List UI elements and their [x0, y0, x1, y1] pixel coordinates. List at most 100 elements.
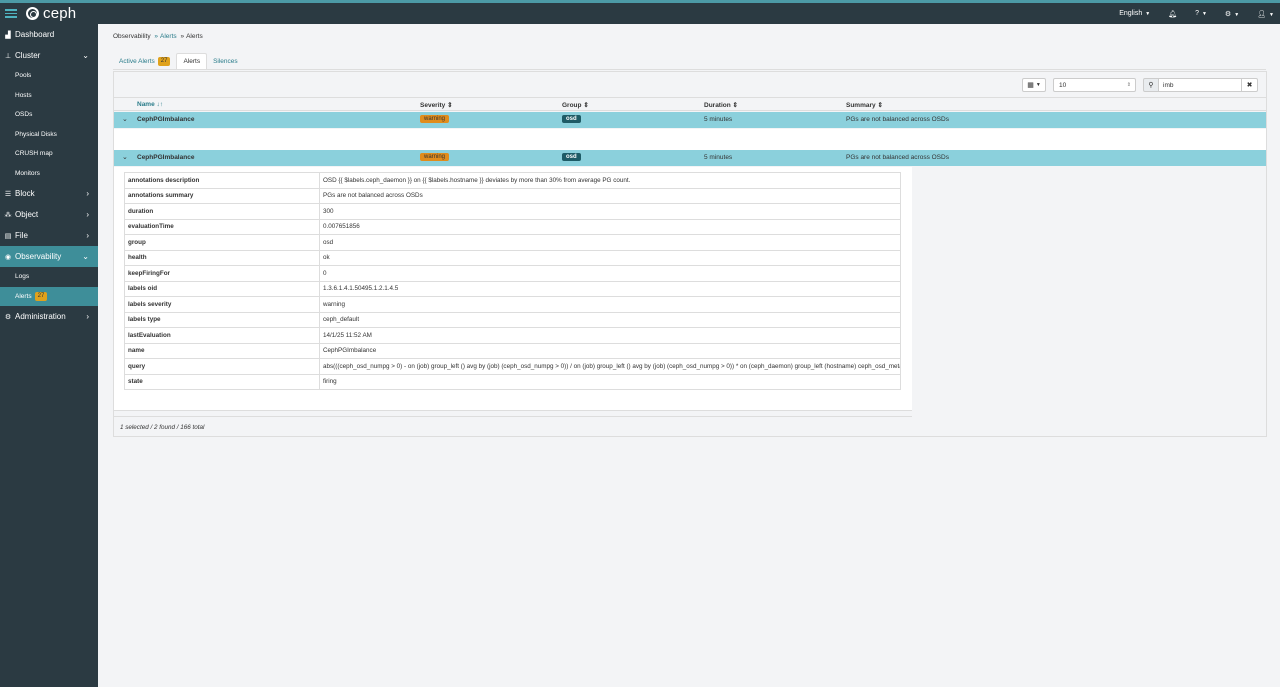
- sidebar-item-object[interactable]: ⁂ Object ›: [0, 204, 98, 225]
- chevron-down-icon[interactable]: ⌄: [122, 153, 128, 161]
- settings-icon[interactable]: ⚙ ▼: [1225, 10, 1239, 18]
- sort-icon: ⇕: [583, 102, 589, 109]
- detail-key: annotations summary: [124, 187, 320, 204]
- sidebar-item-block[interactable]: ☰ Block ›: [0, 183, 98, 204]
- main-content: Observability » Alerts » Alerts Active Ale…: [98, 24, 1280, 687]
- column-header-duration[interactable]: Duration ⇕: [704, 101, 738, 109]
- menu-toggle-icon[interactable]: [5, 9, 17, 18]
- sidebar-item-cluster[interactable]: ⊥ Cluster ⌄: [0, 45, 98, 66]
- sidebar-item-hosts[interactable]: Hosts: [0, 86, 98, 106]
- detail-key: name: [124, 342, 320, 359]
- detail-row: labels type ceph_default: [124, 311, 901, 328]
- page-size-input[interactable]: 10 ⇕: [1053, 78, 1136, 92]
- detail-key: annotations description: [124, 172, 320, 189]
- sidebar-item-monitors[interactable]: Monitors: [0, 164, 98, 184]
- detail-key: health: [124, 249, 320, 266]
- spinner-icon: ⇕: [1126, 82, 1131, 88]
- detail-value: PGs are not balanced across OSDs: [319, 187, 901, 204]
- alert-detail-table: annotations description OSD {{ $labels.ce…: [124, 172, 901, 390]
- sidebar-item-observability[interactable]: ◉ Observability ⌄: [0, 246, 98, 267]
- row-detail-empty: [114, 129, 1266, 150]
- column-header-group[interactable]: Group ⇕: [562, 101, 589, 109]
- sidebar-item-logs[interactable]: Logs: [0, 267, 98, 287]
- help-icon[interactable]: ? ▼: [1195, 10, 1207, 17]
- sidebar-item-physical-disks[interactable]: Physical Disks: [0, 125, 98, 145]
- detail-row: labels oid 1.3.6.1.4.1.50495.1.2.1.4.5: [124, 280, 901, 297]
- sidebar-item-alerts[interactable]: Alerts 27: [0, 286, 98, 306]
- notification-icon[interactable]: 🔔︎: [1168, 10, 1177, 18]
- search-input[interactable]: [1159, 78, 1242, 92]
- sidebar-item-osds[interactable]: OSDs: [0, 105, 98, 125]
- user-icon[interactable]: 👤︎ ▼: [1257, 10, 1274, 18]
- column-header-summary[interactable]: Summary ⇕: [846, 101, 883, 109]
- detail-value: abs(((ceph_osd_numpg > 0) - on (job) gro…: [319, 358, 901, 375]
- detail-value: ceph_default: [319, 311, 901, 328]
- breadcrumb-alerts-link[interactable]: Alerts: [160, 33, 177, 40]
- chevron-down-icon: ⌄: [82, 51, 89, 60]
- chevron-down-icon[interactable]: ⌄: [122, 115, 128, 123]
- detail-value: 0: [319, 265, 901, 282]
- table-toolbar: ▦▼ 10 ⇕ ⚲ ✖: [1022, 78, 1266, 92]
- detail-row: name CephPGImbalance: [124, 342, 901, 359]
- severity-badge: warning: [420, 153, 450, 161]
- chevron-right-icon: ›: [86, 210, 89, 219]
- detail-key: labels oid: [124, 280, 320, 297]
- object-icon: ⁂: [4, 211, 12, 219]
- ceph-logo[interactable]: ceph: [26, 5, 76, 22]
- eye-icon: ◉: [4, 253, 12, 261]
- breadcrumb-observability: Observability: [113, 33, 151, 40]
- sidebar-item-file[interactable]: ▤ File ›: [0, 225, 98, 246]
- column-header-name[interactable]: Name ↓↑: [137, 101, 163, 108]
- alerts-count-badge: 27: [34, 291, 48, 301]
- detail-value: 0.007651856: [319, 218, 901, 235]
- detail-value: 1.3.6.1.4.1.50495.1.2.1.4.5: [319, 280, 901, 297]
- detail-value: osd: [319, 234, 901, 251]
- dashboard-icon: ▟: [5, 31, 11, 39]
- detail-row: query abs(((ceph_osd_numpg > 0) - on (job…: [124, 358, 901, 375]
- search-icon: ⚲: [1143, 78, 1159, 92]
- alerts-table-panel: ▦▼ 10 ⇕ ⚲ ✖ Name ↓↑ Severity ⇕ Group ⇕ D…: [113, 71, 1267, 437]
- sidebar-item-crush-map[interactable]: CRUSH map: [0, 144, 98, 164]
- detail-row: state firing: [124, 373, 901, 390]
- sort-icon: ⇕: [877, 102, 883, 109]
- tab-alerts[interactable]: Alerts: [176, 53, 208, 69]
- detail-row: health ok: [124, 249, 901, 266]
- detail-key: evaluationTime: [124, 218, 320, 235]
- detail-value: 300: [319, 203, 901, 220]
- column-header-severity[interactable]: Severity ⇕: [420, 101, 453, 109]
- gears-icon: ⚙: [4, 313, 12, 321]
- alert-detail-panel: annotations description OSD {{ $labels.ce…: [114, 167, 912, 411]
- chevron-right-icon: ›: [86, 189, 89, 198]
- detail-value: 14/1/25 11:52 AM: [319, 327, 901, 344]
- detail-row: group osd: [124, 234, 901, 251]
- detail-key: query: [124, 358, 320, 375]
- sort-icon: ⇕: [732, 102, 738, 109]
- detail-key: labels type: [124, 311, 320, 328]
- detail-key: labels severity: [124, 296, 320, 313]
- chevron-right-icon: ›: [86, 312, 89, 321]
- sort-ascending-icon: ↓↑: [156, 101, 164, 108]
- detail-value: firing: [319, 373, 901, 390]
- detail-row: lastEvaluation 14/1/25 11:52 AM: [124, 327, 901, 344]
- sidebar-item-dashboard[interactable]: ▟ Dashboard: [0, 24, 98, 45]
- tab-active-alerts[interactable]: Active Alerts 27: [113, 53, 176, 69]
- detail-row: evaluationTime 0.007651856: [124, 218, 901, 235]
- block-icon: ☰: [4, 190, 12, 198]
- column-toggle-button[interactable]: ▦ ▼: [1022, 78, 1046, 92]
- language-selector[interactable]: English ▼: [1119, 10, 1150, 17]
- table-row[interactable]: ⌄ CephPGImbalance warning osd 5 minutes …: [114, 150, 1266, 166]
- detail-key: keepFiringFor: [124, 265, 320, 282]
- detail-row: labels severity warning: [124, 296, 901, 313]
- detail-row: annotations description OSD {{ $labels.ce…: [124, 172, 901, 189]
- close-icon: ✖: [1246, 82, 1253, 89]
- detail-row: annotations summary PGs are not balanced …: [124, 187, 901, 204]
- cluster-icon: ⊥: [4, 52, 12, 60]
- tab-divider: [113, 69, 1266, 70]
- clear-search-button[interactable]: ✖: [1242, 78, 1258, 92]
- sidebar-item-pools[interactable]: Pools: [0, 66, 98, 86]
- group-badge: osd: [562, 115, 581, 123]
- sidebar-item-administration[interactable]: ⚙ Administration ›: [0, 306, 98, 327]
- detail-key: duration: [124, 203, 320, 220]
- table-row[interactable]: ⌄ CephPGImbalance warning osd 5 minutes …: [114, 112, 1266, 128]
- tab-silences[interactable]: Silences: [207, 53, 244, 69]
